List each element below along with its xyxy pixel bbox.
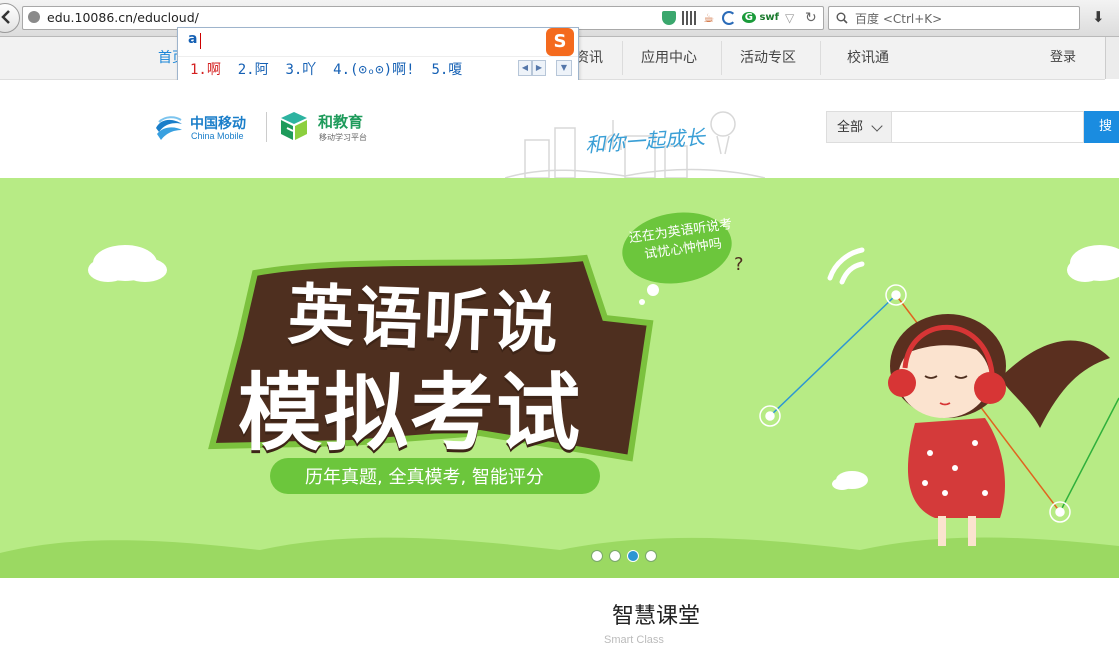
nav-app-center[interactable]: 应用中心 — [641, 37, 697, 79]
browser-search-placeholder: 百度 <Ctrl+K> — [855, 12, 943, 26]
carousel-dot-active[interactable] — [627, 550, 639, 562]
section-title: 智慧课堂 — [612, 604, 701, 629]
bookmark-star-icon[interactable]: ▽ — [785, 11, 799, 25]
ime-divider — [178, 56, 578, 57]
carousel-dot[interactable] — [645, 550, 657, 562]
ime-candidate[interactable]: 4.(⊙ₒ⊙)啊! — [333, 62, 414, 78]
he-education-name: 和教育 — [318, 113, 364, 131]
he-education-logo-icon[interactable] — [278, 110, 310, 142]
ime-next-page-icon[interactable]: ▶ — [532, 60, 546, 76]
logo-divider — [266, 112, 267, 142]
url-text: edu.10086.cn/educloud/ — [47, 10, 199, 25]
nav-divider — [721, 41, 722, 75]
sogou-logo-icon[interactable]: S — [546, 28, 574, 56]
carousel-dots — [591, 550, 657, 562]
search-icon — [836, 12, 848, 24]
site-search-button[interactable]: 搜索 — [1084, 111, 1119, 166]
shield-icon[interactable] — [661, 11, 676, 25]
nav-events[interactable]: 活动专区 — [740, 37, 796, 79]
svg-text:?: ? — [734, 254, 744, 275]
login-link[interactable]: 登录 — [1050, 37, 1076, 79]
refresh-icon[interactable]: ↻ — [805, 11, 819, 25]
ime-input-text: a — [188, 31, 198, 47]
back-arrow-icon — [1, 10, 10, 24]
cloud-icon — [1067, 245, 1119, 282]
cloud-icon — [832, 471, 868, 490]
download-icon[interactable]: ⬇ — [1092, 8, 1105, 26]
globe-icon — [28, 11, 40, 23]
he-education-subtitle: 移动学习平台 — [319, 133, 367, 142]
carousel-dot[interactable] — [591, 550, 603, 562]
chevron-down-icon — [871, 120, 883, 132]
search-category-label: 全部 — [837, 120, 864, 135]
java-icon[interactable]: ☕ — [702, 11, 716, 25]
nav-news[interactable]: 资讯 — [575, 37, 603, 79]
ime-candidate[interactable]: 1.啊 — [190, 62, 221, 78]
ime-expand-icon[interactable]: ▼ — [556, 60, 572, 76]
back-button[interactable] — [0, 3, 20, 33]
banner-title-line2: 模拟考试 — [238, 364, 583, 462]
ime-candidate[interactable]: 2.阿 — [238, 62, 269, 78]
ime-candidate[interactable]: 3.吖 — [285, 62, 316, 78]
nav-divider — [622, 41, 623, 75]
ime-candidate[interactable]: 5.嗄 — [431, 62, 462, 78]
ime-candidate-list: 1.啊 2.阿 3.吖 4.(⊙ₒ⊙)啊! 5.嗄 — [190, 59, 462, 79]
china-mobile-name: 中国移动 — [190, 116, 246, 132]
search-category-dropdown[interactable]: 全部 — [826, 111, 892, 143]
china-mobile-name-en: China Mobile — [191, 131, 244, 141]
crescent-icon[interactable] — [721, 11, 736, 25]
banner-subtitle: 历年真题, 全真模考, 智能评分 — [305, 467, 544, 488]
nav-school-messenger[interactable]: 校讯通 — [847, 37, 889, 79]
carousel-dot[interactable] — [609, 550, 621, 562]
girl-with-headphones-illustration — [888, 314, 1110, 546]
browser-search-field[interactable]: 百度 <Ctrl+K> — [828, 6, 1080, 30]
cloud-icon — [88, 245, 167, 282]
promo-banner[interactable]: ? 还在为英语听说考试忧心忡忡吗 英语听说 模拟考试 历年真题, 全真模考, 智… — [0, 178, 1119, 578]
ime-caret — [200, 33, 201, 49]
nav-divider — [820, 41, 821, 75]
ime-prev-page-icon[interactable]: ◀ — [518, 60, 532, 76]
ime-candidate-window: a S 1.啊 2.阿 3.吖 4.(⊙ₒ⊙)啊! 5.嗄 ◀ ▶ ▼ — [177, 27, 579, 83]
swf-icon[interactable]: G swf — [741, 11, 779, 25]
qr-icon[interactable] — [681, 11, 696, 25]
section-subtitle: Smart Class — [604, 634, 664, 646]
china-mobile-logo-icon[interactable] — [153, 112, 185, 144]
scrollbar[interactable] — [1105, 37, 1119, 79]
site-search-input[interactable] — [892, 111, 1084, 143]
site-header: 中国移动 China Mobile 和教育 移动学习平台 和你一起成长 全部 搜… — [0, 80, 1119, 178]
